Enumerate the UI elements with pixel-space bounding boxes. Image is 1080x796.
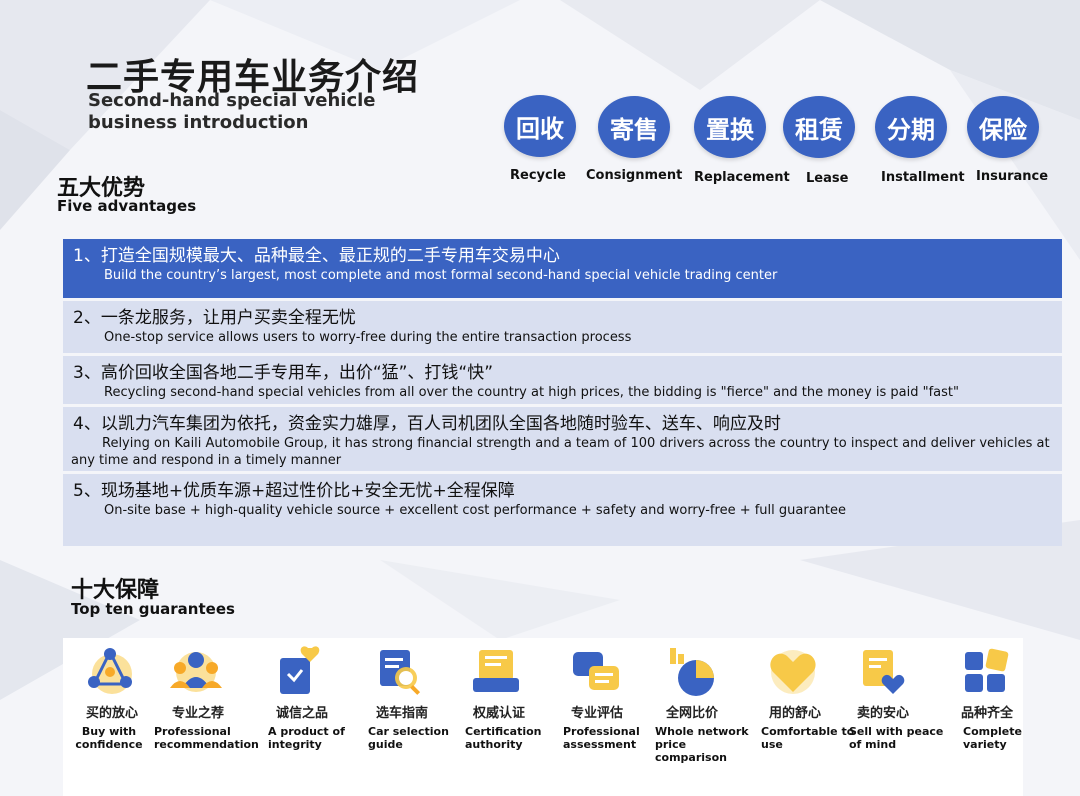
guarantee-professional-recommendation: 专业之荐 Professional recommendation [154,640,259,790]
guarantee-title: 买的放心 [85,706,138,721]
guarantee-whole-network-price-comparison: 全网比价 Whole network price comparison [652,640,749,790]
guarantee-description: A product of integrity [268,725,345,751]
advantage-description: Build the country’s largest, most comple… [104,268,778,283]
magnifier-document-icon [380,650,421,695]
guarantee-description: Professional recommendation [154,725,259,751]
advantage-description: One-stop service allows users to worry-f… [104,330,632,345]
service-insurance-label: Insurance [976,169,1049,184]
pie-chart-icon [670,648,714,696]
advantage-description: Recycling second-hand special vehicles f… [104,385,959,400]
guarantee-description: Whole network price comparison [655,725,749,764]
people-network-icon [88,648,132,694]
guarantee-buy-with-confidence: 买的放心 Buy with confidence [72,640,168,790]
advantage-description: Relying on Kaili Automobile Group, it ha… [71,436,1050,468]
service-lease-label: Lease [806,171,849,186]
guarantee-title: 专业评估 [570,706,623,721]
page-subtitle: Second-hand special vehicle business int… [88,90,376,133]
advantage-title: 2、一条龙服务，让用户买卖全程无忧 [73,308,356,328]
guarantee-car-selection-guide: 选车指南 Car selection guide [362,640,458,790]
service-replacement-circle: 置换 [694,96,766,158]
guarantee-description: Complete variety [963,725,1022,751]
guarantee-certification-authority: 权威认证 Certification authority [459,640,555,790]
service-installment-label: Installment [881,170,965,185]
guarantee-description: Buy with confidence [75,725,143,751]
advantage-row-5: 5、现场基地+优质车源+超过性价比+安全无忧+全程保障 On-site base… [63,474,1062,546]
service-lease-circle: 租赁 [783,96,855,158]
guarantees-subheading: Top ten guarantees [71,600,235,618]
advantage-description: On-site base + high-quality vehicle sour… [104,503,846,518]
guarantee-description: Sell with peace of mind [849,725,944,751]
guarantee-sell-with-peace-of-mind: 卖的安心 Sell with peace of mind [843,640,943,790]
heart-icon [770,650,816,694]
guarantee-title: 全网比价 [665,706,718,721]
guarantee-title: 权威认证 [472,706,525,721]
guarantee-title: 品种齐全 [960,706,1013,721]
guarantee-professional-assessment: 专业评估 Professional assessment [557,640,653,790]
certificate-icon [473,650,519,692]
guarantee-description: Professional assessment [563,725,640,751]
guarantee-product-of-integrity: 诚信之品 A product of integrity [262,640,358,790]
service-recycle-label: Recycle [510,168,566,183]
group-users-icon [170,652,222,692]
service-consignment-circle: 寄售 [598,96,670,158]
advantage-title: 5、现场基地+优质车源+超过性价比+安全无忧+全程保障 [73,481,515,501]
service-consignment-label: Consignment [586,168,683,183]
service-replacement-label: Replacement [694,170,790,185]
guarantee-title: 专业之荐 [171,706,224,721]
service-installment-circle: 分期 [875,96,947,158]
advantage-row-3: 3、高价回收全国各地二手专用车，出价“猛”、打钱“快” Recycling se… [63,356,1062,404]
guarantee-description: Car selection guide [368,725,449,751]
guarantee-title: 卖的安心 [856,706,909,721]
clipboard-heart-icon [863,650,905,694]
advantages-subheading: Five advantages [57,197,197,215]
advantage-title: 1、打造全国规模最大、品种最全、最正规的二手专用车交易中心 [73,246,560,266]
advantage-title: 3、高价回收全国各地二手专用车，出价“猛”、打钱“快” [73,363,494,383]
guarantee-complete-variety: 品种齐全 Complete variety [947,640,1043,790]
heart-document-icon [280,646,320,694]
advantage-title: 4、以凯力汽车集团为依托，资金实力雄厚，百人司机团队全国各地随时验车、送车、响应… [73,414,781,434]
guarantee-description: Certification authority [465,725,542,751]
guarantee-title: 用的舒心 [768,706,821,721]
grid-blocks-icon [965,648,1009,692]
advantage-row-4: 4、以凯力汽车集团为依托，资金实力雄厚，百人司机团队全国各地随时验车、送车、响应… [63,407,1062,471]
chat-bubbles-icon [573,652,619,690]
guarantee-comfortable-to-use: 用的舒心 Comfortable to use [755,640,854,790]
guarantee-title: 选车指南 [375,706,428,721]
advantage-row-1: 1、打造全国规模最大、品种最全、最正规的二手专用车交易中心 Build the … [63,239,1062,298]
service-insurance-circle: 保险 [967,96,1039,158]
guarantee-title: 诚信之品 [275,706,328,721]
service-recycle-circle: 回收 [504,95,576,157]
advantage-row-2: 2、一条龙服务，让用户买卖全程无忧 One-stop service allow… [63,301,1062,353]
